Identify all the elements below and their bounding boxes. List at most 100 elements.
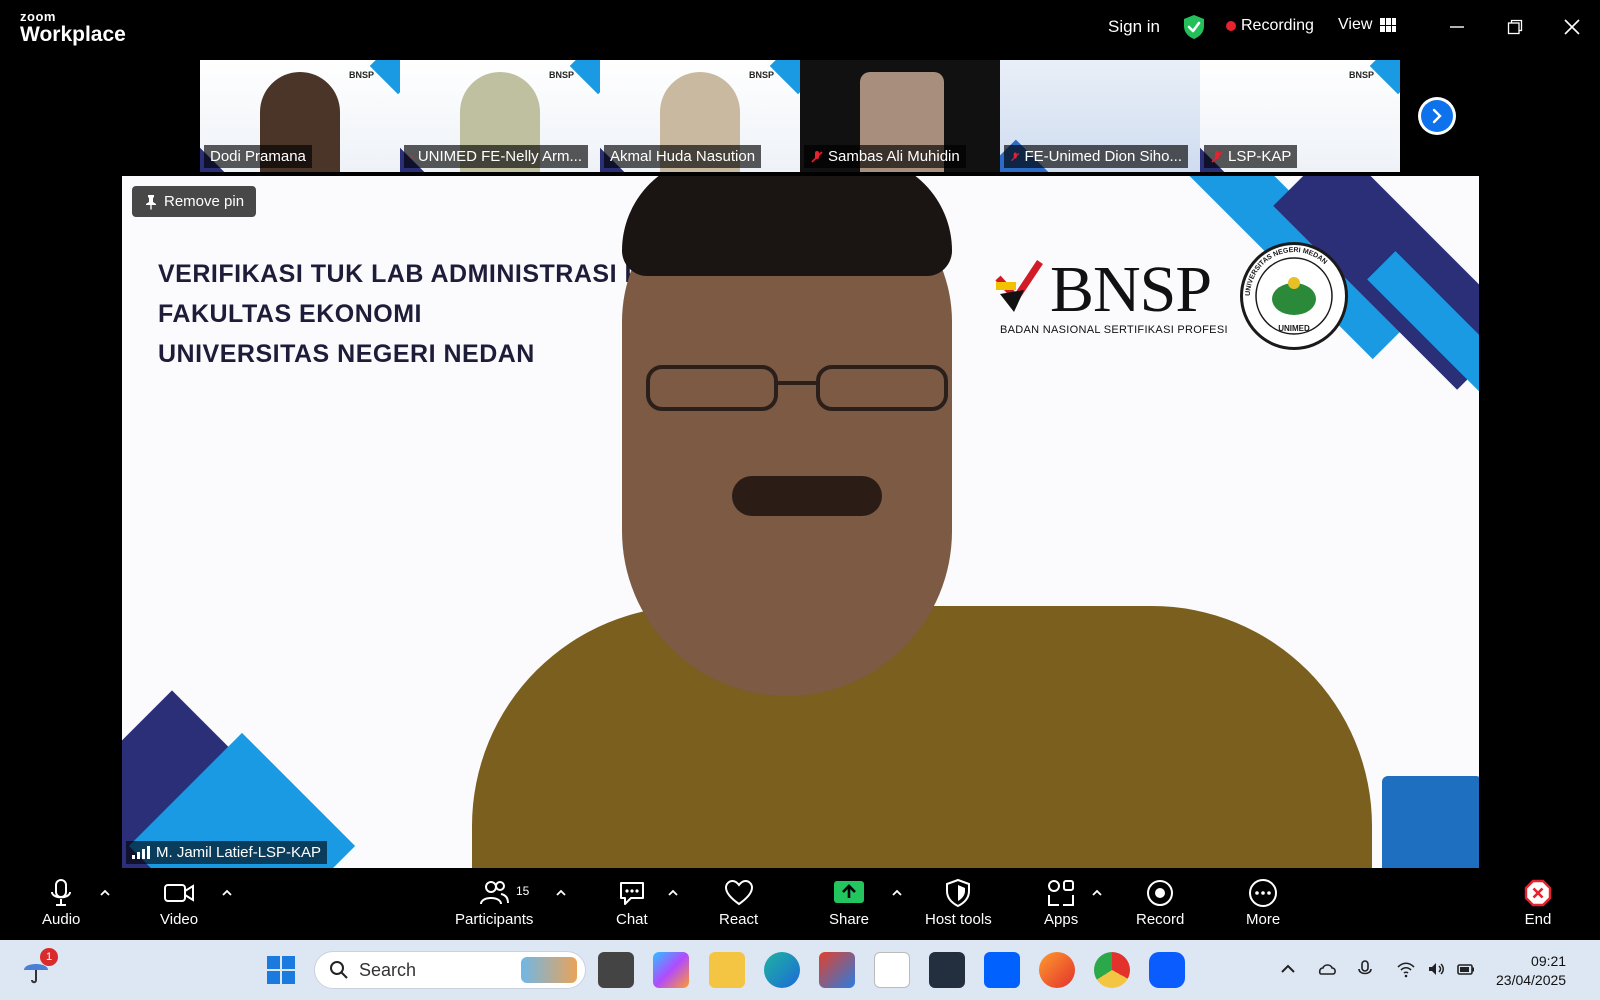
chat-icon [619,882,644,905]
participant-name-label: FE-Unimed Dion Siho... [1004,145,1188,168]
brand-big: Workplace [20,23,126,46]
participant-tile[interactable]: BNSP Dodi Pramana [200,60,400,172]
share-screen-icon [834,881,865,903]
speaker-name-label: M. Jamil Latief-LSP-KAP [126,841,328,864]
host-tools-button[interactable]: Host tools [925,878,992,928]
clock-date: 23/04/2025 [1496,972,1567,988]
speaker-shirt [472,606,1372,868]
close-icon [1564,19,1580,35]
apps-button[interactable]: Apps [1044,878,1078,928]
zoom-taskbar-icon[interactable] [1149,952,1185,988]
amazon-icon[interactable] [874,952,910,988]
notification-badge: 1 [40,948,58,966]
amazon-app-icon[interactable] [929,952,965,988]
edge-browser-icon[interactable] [764,952,800,988]
svg-text:UNIMED: UNIMED [1278,324,1310,333]
onedrive-cloud-icon[interactable] [1317,959,1337,979]
pin-icon [146,194,156,209]
chevron-up-icon[interactable] [1278,959,1298,979]
file-explorer-icon[interactable] [709,952,745,988]
search-highlight-image [521,957,577,983]
apps-icon [1048,880,1075,906]
minimize-icon [1450,26,1464,28]
speaker-glasses [646,365,948,411]
participant-name-label: Sambas Ali Muhidin [804,145,966,168]
wifi-icon[interactable] [1396,959,1416,979]
muted-mic-icon [1011,152,1020,161]
minimize-button[interactable] [1442,12,1472,42]
heart-icon [724,879,753,906]
participant-tile[interactable]: BNSP UNIMED FE-Nelly Arm... [400,60,600,172]
chat-options-chevron-icon[interactable] [666,886,680,900]
bnsp-mini-logo: BNSP [548,70,574,80]
signal-strength-icon [132,845,150,859]
bnsp-mini-logo: BNSP [748,70,774,80]
taskbar-search[interactable]: Search [314,951,586,989]
more-button[interactable]: More [1246,878,1280,928]
close-window-button[interactable] [1557,12,1587,42]
muted-mic-icon [1211,150,1223,163]
audio-options-chevron-icon[interactable] [98,886,112,900]
view-button[interactable]: View [1338,16,1397,34]
active-speaker-video[interactable]: VERIFIKASI TUK LAB ADMINISTRASI PE FAKUL… [122,176,1479,868]
audio-button[interactable]: Audio [42,878,80,928]
video-button[interactable]: Video [160,878,198,928]
sign-in-link[interactable]: Sign in [1108,17,1160,37]
end-icon [1524,879,1552,907]
bnsp-mini-logo: BNSP [348,70,374,80]
microsoft-store-icon[interactable] [819,952,855,988]
chat-button[interactable]: Chat [616,878,648,928]
windows-start-icon[interactable] [266,955,296,985]
next-page-button[interactable] [1418,97,1456,135]
muted-mic-icon [811,150,823,163]
participant-tile[interactable]: BNSP LSP-KAP [1200,60,1400,172]
video-camera-icon [164,884,195,902]
security-shield-icon[interactable] [1183,14,1205,40]
bnsp-logo: BNSP BADAN NASIONAL SERTIFIKASI PROFESI [994,252,1228,336]
participant-tile[interactable]: Sambas Ali Muhidin [800,60,1000,172]
participants-options-chevron-icon[interactable] [554,886,568,900]
system-clock[interactable]: 09:21 23/04/2025 [1496,952,1566,990]
react-button[interactable]: React [719,878,758,928]
recording-dot-icon [1226,21,1236,31]
end-meeting-button[interactable]: End [1523,878,1553,928]
brand-small: zoom [20,9,56,24]
speaker-mustache [732,476,882,516]
recording-label: Recording [1241,17,1314,34]
microphone-tray-icon[interactable] [1355,959,1375,979]
participant-strip: BNSP Dodi Pramana BNSP UNIMED FE-Nelly A… [200,60,1400,172]
participants-count: 15 [516,884,530,898]
slide-title: VERIFIKASI TUK LAB ADMINISTRASI PE FAKUL… [158,260,659,368]
apps-options-chevron-icon[interactable] [1090,886,1104,900]
participant-tile[interactable]: FE-Unimed Dion Siho... [1000,60,1200,172]
microphone-icon [51,879,72,906]
zoom-logo: zoom Workplace [20,10,126,45]
share-options-chevron-icon[interactable] [890,886,904,900]
search-placeholder: Search [359,959,417,980]
muted-mic-icon [410,154,414,159]
battery-icon[interactable] [1456,959,1476,979]
firefox-icon[interactable] [1039,952,1075,988]
participants-icon [480,881,510,905]
more-icon [1249,879,1278,907]
restore-icon [1507,19,1523,35]
building-logo [1382,776,1479,868]
copilot-icon[interactable] [653,952,689,988]
grid-view-icon [1380,18,1397,32]
dropbox-icon[interactable] [984,952,1020,988]
participant-name-label: UNIMED FE-Nelly Arm... [404,145,588,168]
volume-icon[interactable] [1426,959,1446,979]
remove-pin-button[interactable]: Remove pin [132,186,257,217]
restore-button[interactable] [1500,12,1530,42]
recording-indicator[interactable]: Recording [1226,17,1314,35]
chrome-icon[interactable] [1094,952,1130,988]
video-options-chevron-icon[interactable] [220,886,234,900]
share-button[interactable]: Share [829,878,869,928]
view-label: View [1338,16,1373,33]
record-button[interactable]: Record [1136,878,1184,928]
meeting-toolbar: Audio Video Participants 15 Chat React S… [0,868,1600,940]
bnsp-emblem [995,260,1043,312]
participant-name-label: LSP-KAP [1204,145,1298,168]
participant-tile[interactable]: BNSP Akmal Huda Nasution [600,60,800,172]
task-view-icon[interactable] [598,952,634,988]
